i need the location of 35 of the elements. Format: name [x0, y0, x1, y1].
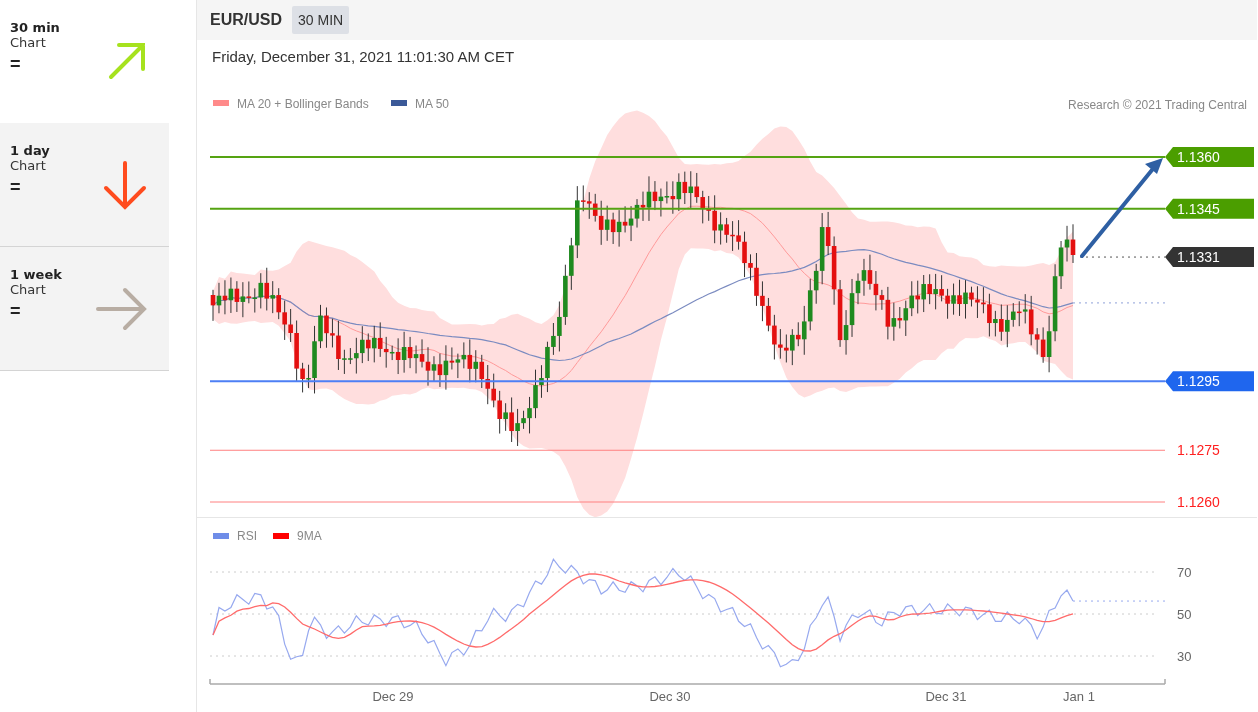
price-tag: 1.1360	[1165, 147, 1254, 167]
timeframe-label: 30 min	[10, 20, 60, 35]
signal-text: =	[10, 177, 22, 198]
price-tag: 1.1295	[1165, 371, 1254, 392]
legend-label: MA 20 + Bollinger Bands	[237, 97, 369, 111]
price-label: 1.1275	[1177, 442, 1220, 459]
arrow-down-icon	[103, 159, 147, 210]
signal-text: =	[10, 54, 22, 75]
axis-tick-label: Dec 29	[372, 689, 414, 704]
legend-label: 9MA	[297, 529, 322, 543]
timeframe-card[interactable]: 1 week Chart =	[0, 247, 169, 371]
timestamp-text: Friday, December 31, 2021 11:01:30 AM CET	[212, 48, 515, 65]
axis-tick-label: Dec 31	[925, 689, 967, 704]
symbol-title: EUR/USD	[210, 11, 282, 29]
chart-label: Chart	[10, 35, 47, 50]
price-label: 1.1260	[1177, 494, 1220, 510]
axis-tick-label: 50	[1177, 607, 1192, 622]
timeframe-card[interactable]: 1 day Chart =	[0, 123, 169, 247]
axis-tick-label: Jan 1	[1063, 689, 1095, 704]
chart-label: Chart	[10, 282, 47, 297]
signal-text: =	[10, 301, 22, 322]
price-tag: 1.1331	[1165, 247, 1254, 268]
interval-tab[interactable]: 30 MIN	[292, 6, 350, 34]
chart-label: Chart	[10, 158, 47, 173]
legend-label: RSI	[237, 529, 257, 543]
axis-tick-label: 70	[1177, 565, 1192, 580]
arrow-right-icon	[95, 286, 147, 331]
price-tag: 1.1345	[1165, 198, 1254, 219]
timeframe-label: 1 day	[10, 143, 50, 158]
timeframe-label: 1 week	[10, 267, 62, 282]
axis-tick-label: Dec 30	[649, 689, 691, 704]
legend-label: MA 50	[415, 97, 450, 111]
credit-text: Research © 2021 Trading Central	[1068, 98, 1247, 112]
arrow-up-right-icon	[107, 41, 147, 81]
axis-tick-label: 30	[1177, 649, 1192, 664]
